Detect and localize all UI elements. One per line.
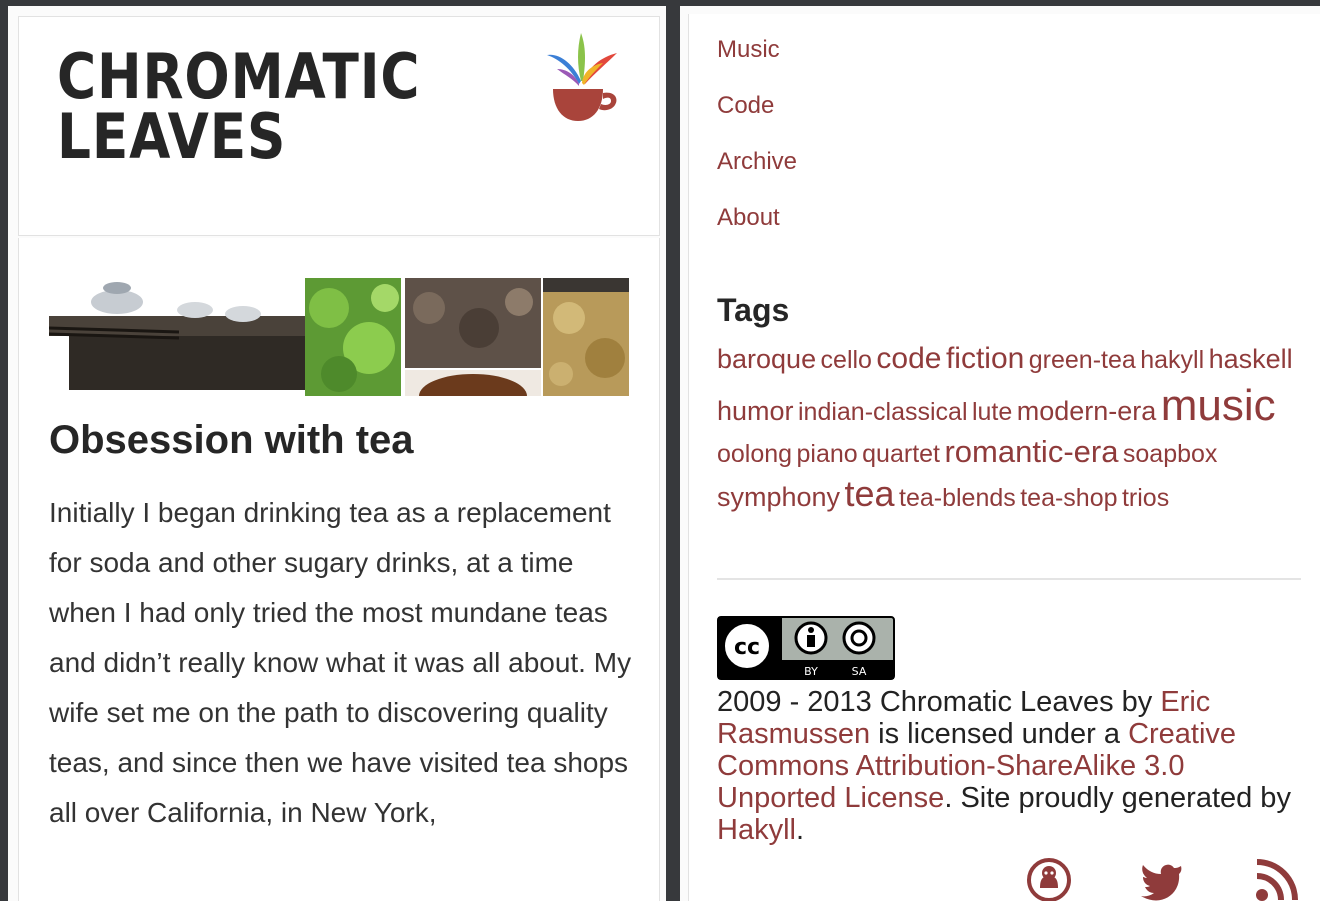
license-text-part2: is licensed under a <box>870 718 1129 750</box>
sidebar: Music Code Archive About Tags baroque ce… <box>688 14 1320 901</box>
hakyll-link[interactable]: Hakyll <box>717 814 796 846</box>
post-title[interactable]: Obsession with tea <box>49 418 414 463</box>
github-icon[interactable] <box>1025 856 1073 901</box>
tag-link-tea-shop[interactable]: tea-shop <box>1020 484 1117 512</box>
license-text-part1: 2009 - 2013 Chromatic Leaves by <box>717 686 1161 718</box>
tag-link-trios[interactable]: trios <box>1122 484 1169 512</box>
site-title-line-1: CHROMATIC <box>57 40 421 113</box>
license-text-part3: . Site proudly generated by <box>944 782 1291 814</box>
tag-link-green-tea[interactable]: green-tea <box>1029 346 1136 374</box>
tag-link-humor[interactable]: humor <box>717 396 794 426</box>
tag-cloud: baroque cello code fiction green-tea hak… <box>717 340 1297 516</box>
tag-link-code[interactable]: code <box>876 342 941 375</box>
post-body: Initially I began drinking tea as a repl… <box>49 497 632 828</box>
tag-link-music[interactable]: music <box>1161 381 1276 430</box>
tag-link-quartet[interactable]: quartet <box>862 440 940 468</box>
site-title-line-2: LEAVES <box>57 100 287 173</box>
tag-link-lute[interactable]: lute <box>972 398 1012 426</box>
tag-link-tea[interactable]: tea <box>845 473 895 514</box>
license-text-part4: . <box>795 814 805 846</box>
cc-by-sa-badge-icon[interactable]: cc BY SA <box>717 616 895 680</box>
tag-link-symphony[interactable]: symphony <box>717 482 840 512</box>
nav-code-link[interactable]: Code <box>717 92 774 120</box>
right-phone-screen: Music Code Archive About Tags baroque ce… <box>680 6 1320 901</box>
tags-heading: Tags <box>717 292 790 328</box>
twitter-icon[interactable] <box>1137 856 1185 901</box>
footer-divider <box>717 578 1301 580</box>
site-header: CHROMATIC LEAVES <box>18 16 660 236</box>
rss-icon[interactable] <box>1253 856 1301 901</box>
cc-badge-by-label: BY <box>804 665 818 678</box>
nav-archive-link[interactable]: Archive <box>717 148 797 176</box>
tag-link-hakyll[interactable]: hakyll <box>1140 346 1204 374</box>
tag-link-fiction[interactable]: fiction <box>946 342 1024 375</box>
nav-about-link[interactable]: About <box>717 204 780 232</box>
license-text: 2009 - 2013 Chromatic Leaves by Eric Ras… <box>717 686 1307 846</box>
cc-badge-sa-label: SA <box>852 665 867 678</box>
nav-music-link[interactable]: Music <box>717 36 780 64</box>
tag-link-soapbox[interactable]: soapbox <box>1123 440 1218 468</box>
left-phone-screen: CHROMATIC LEAVES Obsession with tea Init… <box>8 6 666 901</box>
tag-link-modern-era[interactable]: modern-era <box>1017 396 1157 426</box>
tag-link-cello[interactable]: cello <box>821 346 872 374</box>
tag-link-haskell[interactable]: haskell <box>1209 344 1293 374</box>
tea-cup-logo-icon[interactable] <box>541 29 621 129</box>
site-title[interactable]: CHROMATIC LEAVES <box>57 40 421 173</box>
tag-link-romantic-era[interactable]: romantic-era <box>944 434 1118 469</box>
cc-badge-label: cc <box>734 635 760 660</box>
tag-link-baroque[interactable]: baroque <box>717 344 816 374</box>
tea-banner-image <box>49 278 629 396</box>
tag-link-piano[interactable]: piano <box>797 440 858 468</box>
post-content: Obsession with tea Initially I began dri… <box>18 238 660 901</box>
tag-link-tea-blends[interactable]: tea-blends <box>899 484 1016 512</box>
tag-link-indian-classical[interactable]: indian-classical <box>798 398 968 426</box>
tag-link-oolong[interactable]: oolong <box>717 440 792 468</box>
